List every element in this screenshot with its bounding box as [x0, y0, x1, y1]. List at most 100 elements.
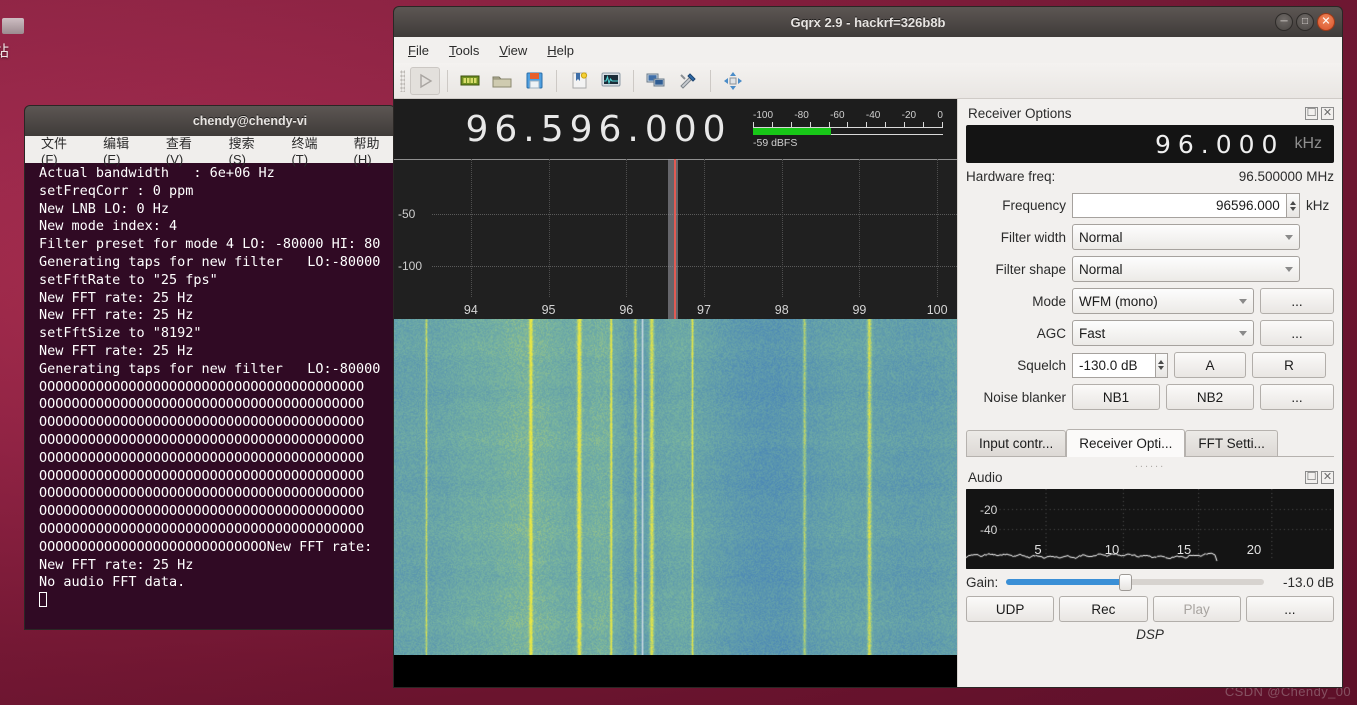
audio-x-tick-3: 20: [1247, 542, 1261, 557]
remote-control-button[interactable]: [641, 67, 671, 95]
full-screen-button[interactable]: [718, 67, 748, 95]
configure-button[interactable]: [673, 67, 703, 95]
nb1-button[interactable]: NB1: [1072, 384, 1160, 410]
bookmarks-button[interactable]: [564, 67, 594, 95]
toolbar-separator: [447, 70, 448, 92]
signal-meter: -100 -80 -60 -40 -20 0 -59 dBFS: [753, 110, 943, 149]
float-icon[interactable]: ☐: [1305, 107, 1318, 120]
start-dsp-button[interactable]: [410, 67, 440, 95]
audio-buttons[interactable]: UDP Rec Play ...: [966, 596, 1334, 622]
frequency-input[interactable]: [1072, 193, 1287, 218]
spectrum-gridline-v: [626, 159, 627, 297]
maximize-button[interactable]: □: [1296, 13, 1314, 31]
io-devices-button[interactable]: [455, 67, 485, 95]
dsp-monitor-button[interactable]: [596, 67, 626, 95]
agc-options-button[interactable]: ...: [1260, 320, 1334, 346]
mode-options-button[interactable]: ...: [1260, 288, 1334, 314]
spectrum-gridline-h: [432, 266, 957, 267]
dock-tabs[interactable]: Input contr... Receiver Opti... FFT Sett…: [966, 428, 1334, 456]
spectrum-x-tick: 99: [852, 303, 866, 317]
float-icon[interactable]: ☐: [1305, 471, 1318, 484]
rf-spectrum-plot[interactable]: -50 -100 94 95 96 97 98 99 100: [394, 159, 957, 319]
filter-width-select[interactable]: Normal: [1072, 224, 1300, 250]
gain-slider-knob[interactable]: [1119, 574, 1132, 591]
udp-button[interactable]: UDP: [966, 596, 1054, 622]
desktop-icon[interactable]: [2, 18, 24, 34]
spectrum-y-tick: -50: [398, 207, 415, 221]
minimize-button[interactable]: ─: [1275, 13, 1293, 31]
squelch-reset-button[interactable]: R: [1252, 352, 1326, 378]
chevron-down-icon: [1285, 267, 1293, 272]
receiver-lcd[interactable]: 96.000 kHz: [966, 125, 1334, 163]
terminal-window[interactable]: chendy@chendy-vi 文件(F) 编辑(E) 查看(V) 搜索(S)…: [24, 105, 396, 630]
nb2-button[interactable]: NB2: [1166, 384, 1254, 410]
menu-view[interactable]: View: [491, 40, 535, 61]
dock-splitter-handle[interactable]: ......: [966, 461, 1334, 467]
terminal-menubar[interactable]: 文件(F) 编辑(E) 查看(V) 搜索(S) 终端(T) 帮助(H): [24, 136, 396, 163]
frequency-row: Frequency kHz: [966, 193, 1334, 218]
terminal-menu-search[interactable]: 搜索(S): [229, 133, 270, 167]
chevron-down-icon: [1239, 299, 1247, 304]
window-controls[interactable]: ─ □ ✕: [1275, 13, 1335, 31]
main-frequency-display[interactable]: 96.596.000: [394, 109, 753, 150]
tuning-marker[interactable]: [668, 159, 678, 319]
mode-value: WFM (mono): [1079, 294, 1158, 309]
toolbar-separator: [710, 70, 711, 92]
terminal-output[interactable]: Actual bandwidth : 6e+06 Hz setFreqCorr :…: [24, 163, 396, 630]
gqrx-menubar[interactable]: File Tools View Help: [394, 37, 1342, 63]
toolbar-grip[interactable]: [400, 70, 405, 92]
agc-value: Fast: [1079, 326, 1105, 341]
play-button[interactable]: Play: [1153, 596, 1241, 622]
audio-spectrum-plot[interactable]: -20 -40 5 10 15 20: [966, 489, 1334, 569]
filter-width-row: Filter width Normal: [966, 224, 1334, 250]
waterfall-plot[interactable]: [394, 319, 957, 655]
dsp-footer-label: DSP: [966, 627, 1334, 642]
meter-tick-0: -100: [753, 110, 773, 121]
audio-y-tick-0: -20: [980, 503, 997, 517]
filter-shape-select[interactable]: Normal: [1072, 256, 1300, 282]
signal-meter-ticks: [753, 121, 943, 128]
receiver-lcd-unit: kHz: [1294, 135, 1322, 153]
gqrx-toolbar[interactable]: [394, 63, 1342, 99]
terminal-menu-help[interactable]: 帮助(H): [354, 133, 395, 167]
terminal-line: Generating taps for new filter LO:-80000: [39, 361, 395, 379]
save-settings-button[interactable]: [519, 67, 549, 95]
terminal-menu-edit[interactable]: 编辑(E): [103, 133, 144, 167]
close-panel-icon[interactable]: ✕: [1321, 107, 1334, 120]
memory-chip-icon: [460, 73, 480, 89]
terminal-menu-view[interactable]: 查看(V): [166, 133, 207, 167]
tab-input-controls[interactable]: Input contr...: [966, 430, 1066, 456]
tab-receiver-options[interactable]: Receiver Opti...: [1066, 429, 1185, 457]
menu-file[interactable]: File: [400, 40, 437, 61]
noise-blanker-options-button[interactable]: ...: [1260, 384, 1334, 410]
frequency-stepper[interactable]: [1287, 193, 1300, 218]
terminal-line: New mode index: 4: [39, 218, 395, 236]
terminal-line: New FFT rate: 25 Hz: [39, 290, 395, 308]
spectrum-x-tick: 96: [619, 303, 633, 317]
agc-select[interactable]: Fast: [1072, 320, 1254, 346]
spectrum-x-tick: 97: [697, 303, 711, 317]
folder-icon: [492, 73, 512, 89]
close-panel-icon[interactable]: ✕: [1321, 471, 1334, 484]
terminal-menu-terminal[interactable]: 终端(T): [291, 133, 331, 167]
floppy-disk-icon: [526, 72, 543, 89]
mode-select[interactable]: WFM (mono): [1072, 288, 1254, 314]
tuning-marker-line: [674, 159, 676, 319]
tab-fft-settings[interactable]: FFT Setti...: [1185, 430, 1278, 456]
gain-slider[interactable]: [1006, 574, 1264, 590]
load-settings-button[interactable]: [487, 67, 517, 95]
gqrx-window[interactable]: Gqrx 2.9 - hackrf=326b8b ─ □ ✕ File Tool…: [393, 6, 1343, 688]
squelch-stepper[interactable]: [1156, 353, 1168, 378]
close-button[interactable]: ✕: [1317, 13, 1335, 31]
terminal-menu-file[interactable]: 文件(F): [41, 133, 81, 167]
menu-tools[interactable]: Tools: [441, 40, 487, 61]
waterfall-canvas[interactable]: [394, 319, 957, 655]
audio-options-button[interactable]: ...: [1246, 596, 1334, 622]
squelch-auto-button[interactable]: A: [1174, 352, 1246, 378]
menu-help[interactable]: Help: [539, 40, 582, 61]
squelch-input[interactable]: [1072, 353, 1156, 378]
audio-x-tick-0: 5: [1034, 542, 1041, 557]
terminal-titlebar[interactable]: chendy@chendy-vi: [24, 105, 396, 136]
rec-button[interactable]: Rec: [1059, 596, 1147, 622]
gqrx-titlebar[interactable]: Gqrx 2.9 - hackrf=326b8b ─ □ ✕: [393, 6, 1343, 37]
